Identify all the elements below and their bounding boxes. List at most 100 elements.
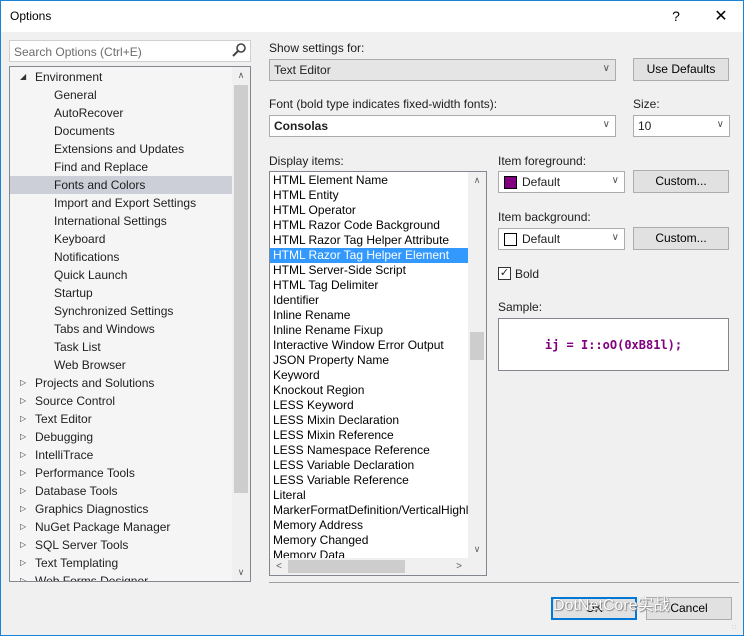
- display-item[interactable]: Memory Address: [270, 518, 468, 533]
- display-item[interactable]: HTML Razor Tag Helper Element: [270, 248, 468, 263]
- display-item[interactable]: Literal: [270, 488, 468, 503]
- display-item[interactable]: LESS Variable Reference: [270, 473, 468, 488]
- search-icon[interactable]: [231, 42, 247, 60]
- show-settings-combo[interactable]: Text Editor ∨: [269, 59, 616, 81]
- display-item[interactable]: HTML Razor Tag Helper Attribute: [270, 233, 468, 248]
- scroll-right-icon[interactable]: >: [450, 558, 468, 575]
- tree-item-label: Task List: [54, 340, 101, 354]
- scroll-down-icon[interactable]: ∨: [468, 541, 486, 558]
- scrollbar-thumb[interactable]: [234, 85, 248, 493]
- item-foreground-combo[interactable]: Default ∨: [498, 171, 625, 193]
- resize-grip-icon[interactable]: ∷: [732, 624, 740, 632]
- scroll-up-icon[interactable]: ∧: [468, 172, 486, 189]
- tree-item[interactable]: Web Browser: [10, 356, 232, 374]
- collapsed-arrow-icon[interactable]: ▷: [20, 482, 30, 500]
- foreground-custom-button[interactable]: Custom...: [633, 170, 729, 193]
- tree-item[interactable]: Synchronized Settings: [10, 302, 232, 320]
- display-item[interactable]: Interactive Window Error Output: [270, 338, 468, 353]
- collapsed-arrow-icon[interactable]: ▷: [20, 554, 30, 572]
- font-combo[interactable]: Consolas ∨: [269, 115, 616, 137]
- display-items-hscroll[interactable]: < >: [270, 558, 486, 575]
- tree-item[interactable]: ▷ Database Tools: [10, 482, 232, 500]
- display-item[interactable]: HTML Server-Side Script: [270, 263, 468, 278]
- tree-item[interactable]: ▷ NuGet Package Manager: [10, 518, 232, 536]
- scrollbar-thumb[interactable]: [470, 332, 484, 360]
- display-item[interactable]: Inline Rename Fixup: [270, 323, 468, 338]
- display-items-vscroll[interactable]: ∧ ∨: [468, 172, 486, 558]
- tree-item[interactable]: ▷ Web Forms Designer: [10, 572, 232, 581]
- expanded-arrow-icon[interactable]: ◢: [20, 68, 30, 86]
- tree-item[interactable]: Tabs and Windows: [10, 320, 232, 338]
- tree-scrollbar[interactable]: ∧ ∨: [232, 67, 250, 581]
- use-defaults-button[interactable]: Use Defaults: [633, 58, 729, 81]
- tree-item[interactable]: ▷ Text Editor: [10, 410, 232, 428]
- tree-item[interactable]: Task List: [10, 338, 232, 356]
- display-item[interactable]: Memory Changed: [270, 533, 468, 548]
- display-item[interactable]: LESS Keyword: [270, 398, 468, 413]
- bold-label[interactable]: Bold: [515, 267, 539, 281]
- cancel-button[interactable]: Cancel: [646, 597, 732, 620]
- collapsed-arrow-icon[interactable]: ▷: [20, 518, 30, 536]
- tree-item[interactable]: International Settings: [10, 212, 232, 230]
- display-items-list[interactable]: HTML Element Name HTML Entity HTML Operato…: [269, 171, 487, 576]
- search-box[interactable]: [9, 40, 251, 62]
- tree-item[interactable]: Documents: [10, 122, 232, 140]
- display-item[interactable]: MarkerFormatDefinition/VerticalHighlight: [270, 503, 468, 518]
- tree-item[interactable]: ▷ IntelliTrace: [10, 446, 232, 464]
- tree-item[interactable]: ▷ Performance Tools: [10, 464, 232, 482]
- collapsed-arrow-icon[interactable]: ▷: [20, 572, 30, 581]
- tree-item[interactable]: ▷ Source Control: [10, 392, 232, 410]
- display-item[interactable]: HTML Razor Code Background: [270, 218, 468, 233]
- tree-item[interactable]: Import and Export Settings: [10, 194, 232, 212]
- tree-item[interactable]: Keyboard: [10, 230, 232, 248]
- display-item[interactable]: LESS Mixin Reference: [270, 428, 468, 443]
- tree-item[interactable]: Find and Replace: [10, 158, 232, 176]
- display-item[interactable]: HTML Entity: [270, 188, 468, 203]
- tree-item[interactable]: Startup: [10, 284, 232, 302]
- scrollbar-thumb[interactable]: [288, 560, 405, 573]
- tree-item[interactable]: AutoRecover: [10, 104, 232, 122]
- display-item[interactable]: HTML Tag Delimiter: [270, 278, 468, 293]
- tree-item[interactable]: ◢ Environment: [10, 68, 232, 86]
- display-item[interactable]: Inline Rename: [270, 308, 468, 323]
- close-button[interactable]: ✕: [706, 4, 736, 29]
- tree-item[interactable]: ▷ Graphics Diagnostics: [10, 500, 232, 518]
- display-item[interactable]: Knockout Region: [270, 383, 468, 398]
- tree-item[interactable]: General: [10, 86, 232, 104]
- collapsed-arrow-icon[interactable]: ▷: [20, 536, 30, 554]
- tree-item[interactable]: ▷ Projects and Solutions: [10, 374, 232, 392]
- display-item[interactable]: Identifier: [270, 293, 468, 308]
- options-tree[interactable]: ◢ Environment General AutoRecover Documents E…: [9, 66, 251, 582]
- display-item[interactable]: LESS Namespace Reference: [270, 443, 468, 458]
- tree-item[interactable]: Extensions and Updates: [10, 140, 232, 158]
- collapsed-arrow-icon[interactable]: ▷: [20, 464, 30, 482]
- collapsed-arrow-icon[interactable]: ▷: [20, 374, 30, 392]
- tree-item[interactable]: ▷ SQL Server Tools: [10, 536, 232, 554]
- tree-item[interactable]: Quick Launch: [10, 266, 232, 284]
- tree-item[interactable]: Notifications: [10, 248, 232, 266]
- display-item[interactable]: Keyword: [270, 368, 468, 383]
- collapsed-arrow-icon[interactable]: ▷: [20, 392, 30, 410]
- scroll-down-icon[interactable]: ∨: [232, 564, 250, 581]
- bold-checkbox[interactable]: ✓: [498, 267, 511, 280]
- display-item[interactable]: HTML Element Name: [270, 173, 468, 188]
- display-item[interactable]: JSON Property Name: [270, 353, 468, 368]
- search-input[interactable]: [14, 44, 224, 59]
- collapsed-arrow-icon[interactable]: ▷: [20, 500, 30, 518]
- scroll-left-icon[interactable]: <: [270, 558, 288, 575]
- size-combo[interactable]: 10 ∨: [633, 115, 730, 137]
- tree-item[interactable]: ▷ Text Templating: [10, 554, 232, 572]
- item-background-combo[interactable]: Default ∨: [498, 228, 625, 250]
- ok-button[interactable]: OK: [551, 597, 637, 620]
- collapsed-arrow-icon[interactable]: ▷: [20, 446, 30, 464]
- background-custom-button[interactable]: Custom...: [633, 227, 729, 250]
- help-button[interactable]: ?: [661, 4, 691, 29]
- tree-item[interactable]: Fonts and Colors: [10, 176, 232, 194]
- display-item[interactable]: LESS Mixin Declaration: [270, 413, 468, 428]
- display-item[interactable]: HTML Operator: [270, 203, 468, 218]
- display-item[interactable]: LESS Variable Declaration: [270, 458, 468, 473]
- collapsed-arrow-icon[interactable]: ▷: [20, 410, 30, 428]
- collapsed-arrow-icon[interactable]: ▷: [20, 428, 30, 446]
- tree-item[interactable]: ▷ Debugging: [10, 428, 232, 446]
- scroll-up-icon[interactable]: ∧: [232, 67, 250, 84]
